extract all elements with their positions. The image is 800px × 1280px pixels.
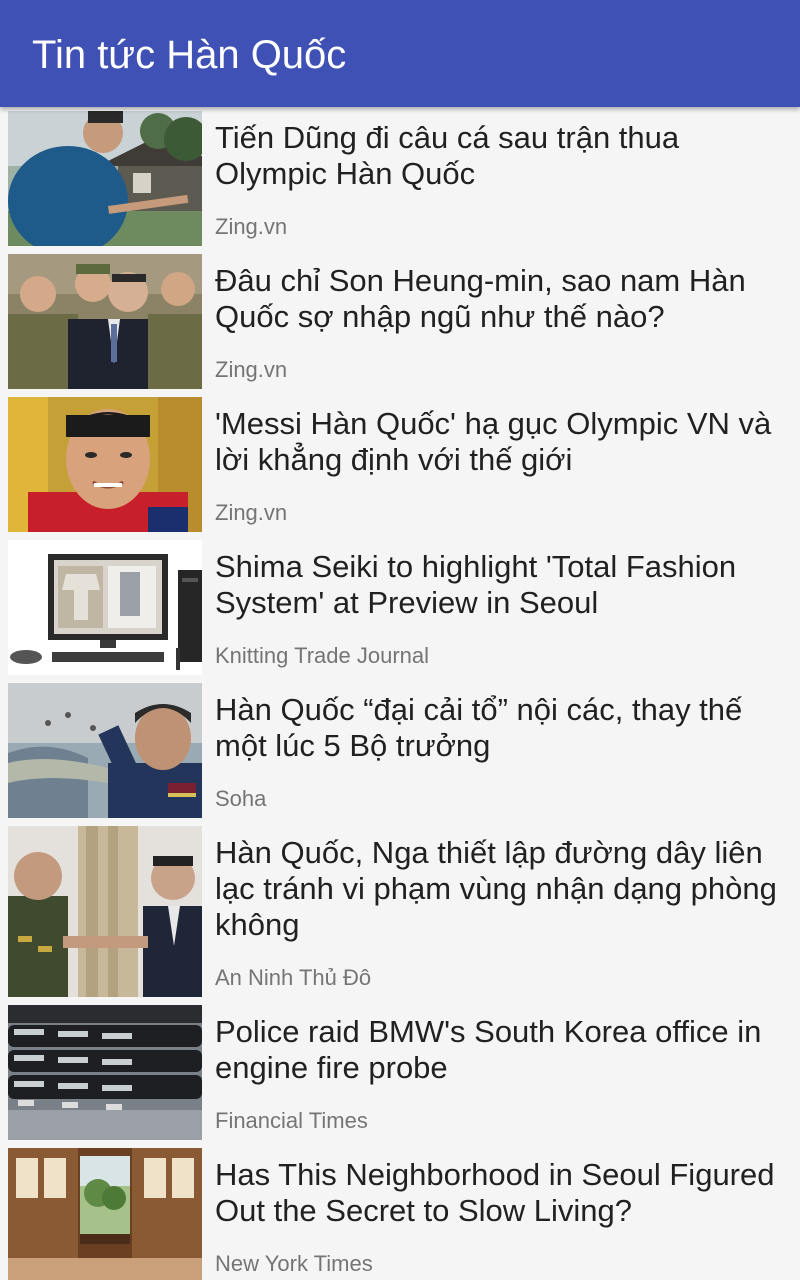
- news-headline[interactable]: Tiến Dũng đi câu cá sau trận thua Olympi…: [215, 120, 795, 192]
- news-thumbnail: [8, 683, 202, 818]
- news-source: New York Times: [215, 1251, 373, 1276]
- news-thumbnail: [8, 254, 202, 389]
- news-thumbnail: [8, 540, 202, 675]
- news-thumbnail: [8, 1148, 202, 1280]
- news-item[interactable]: Police raid BMW's South Korea office in …: [0, 1001, 800, 1144]
- app-bar: Tin tức Hàn Quốc: [0, 0, 800, 107]
- news-source: Financial Times: [215, 1108, 368, 1133]
- news-headline[interactable]: Đâu chỉ Son Heung-min, sao nam Hàn Quốc …: [215, 263, 795, 335]
- news-source: Zing.vn: [215, 500, 288, 525]
- news-item[interactable]: 'Messi Hàn Quốc' hạ gục Olympic VN và lờ…: [0, 393, 800, 536]
- app-title: Tin tức Hàn Quốc: [32, 33, 347, 77]
- news-source: Zing.vn: [215, 214, 288, 239]
- news-thumbnail: [8, 111, 202, 246]
- news-headline[interactable]: Police raid BMW's South Korea office in …: [215, 1014, 795, 1086]
- news-headline[interactable]: Hàn Quốc “đại cải tổ” nội các, thay thế …: [215, 692, 795, 764]
- news-item[interactable]: Hàn Quốc, Nga thiết lập đường dây liên l…: [0, 822, 800, 1001]
- news-source: Soha: [215, 786, 267, 811]
- news-thumbnail: [8, 826, 202, 997]
- news-thumbnail: [8, 1005, 202, 1140]
- news-item[interactable]: Đâu chỉ Son Heung-min, sao nam Hàn Quốc …: [0, 250, 800, 393]
- news-headline[interactable]: Hàn Quốc, Nga thiết lập đường dây liên l…: [215, 835, 795, 943]
- news-item[interactable]: Hàn Quốc “đại cải tổ” nội các, thay thế …: [0, 679, 800, 822]
- news-source: An Ninh Thủ Đô: [215, 965, 372, 990]
- news-headline[interactable]: Shima Seiki to highlight 'Total Fashion …: [215, 549, 795, 621]
- news-source: Zing.vn: [215, 357, 288, 382]
- news-item[interactable]: Tiến Dũng đi câu cá sau trận thua Olympi…: [0, 107, 800, 250]
- news-source: Knitting Trade Journal: [215, 643, 430, 668]
- news-item[interactable]: Shima Seiki to highlight 'Total Fashion …: [0, 536, 800, 679]
- news-thumbnail: [8, 397, 202, 532]
- news-list[interactable]: Tiến Dũng đi câu cá sau trận thua Olympi…: [0, 107, 800, 1280]
- news-headline[interactable]: 'Messi Hàn Quốc' hạ gục Olympic VN và lờ…: [215, 406, 795, 478]
- news-headline[interactable]: Has This Neighborhood in Seoul Figured O…: [215, 1157, 795, 1229]
- news-item[interactable]: Has This Neighborhood in Seoul Figured O…: [0, 1144, 800, 1280]
